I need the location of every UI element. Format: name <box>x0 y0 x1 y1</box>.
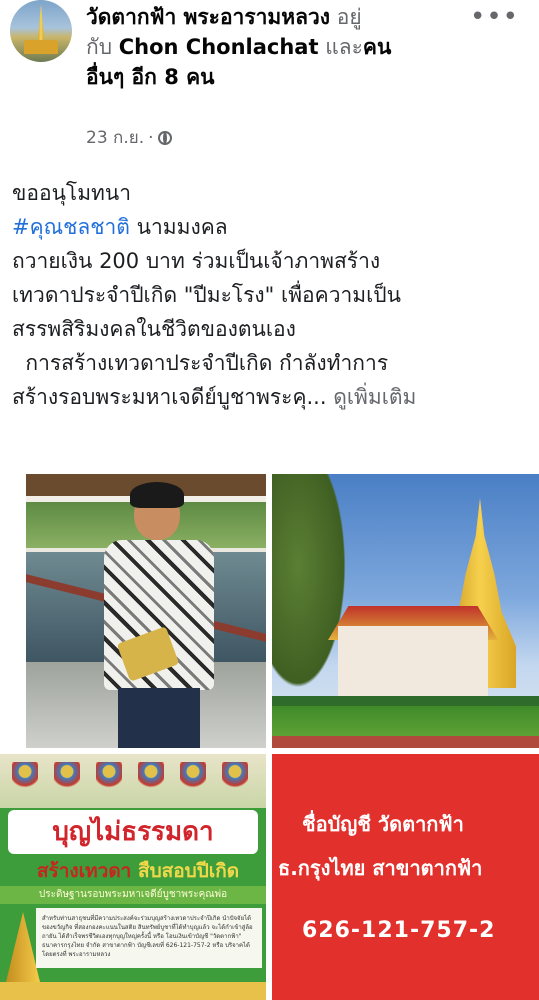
deity-figure <box>180 762 206 800</box>
poster-stupa <box>6 912 40 982</box>
photo-grid: บุญไม่ธรรมดา สร้างเทวดา สืบสอบปีเกิด ประ… <box>0 474 539 1000</box>
deity-figure <box>12 762 38 800</box>
poster-stripe: ประดิษฐานรอบพระมหาเจดีย์บูชาพระคุณพ่อ <box>0 886 266 904</box>
account-name: ชื่อบัญชี วัดตากฟ้า <box>302 812 464 836</box>
page-name-link[interactable]: วัดตากฟ้า พระอารามหลวง <box>86 5 330 29</box>
tagged-user-link[interactable]: Chon Chonlachat <box>119 35 319 59</box>
globe-icon <box>157 130 172 145</box>
poster-panel-text: สำหรับท่านสาธุชนที่มีความประสงค์จะร่วมบุ… <box>36 908 262 968</box>
others-link-part2[interactable]: อื่นๆ อีก 8 คน <box>86 65 215 89</box>
poster-bank-account[interactable]: ชื่อบัญชี วัดตากฟ้า ธ.กรุงไทย สาขาตากฟ้า… <box>272 754 539 1000</box>
and-text: และ <box>325 35 363 59</box>
post-header: วัดตากฟ้า พระอารามหลวง อยู่ กับ Chon Cho… <box>0 0 539 160</box>
post-meta: 23 ก.ย. · <box>86 124 172 151</box>
poster-bottom-band <box>0 982 266 1000</box>
body-line: การสร้างเทวดาประจำปีเกิด กำลังทำการ <box>12 351 389 375</box>
photo-temple[interactable] <box>272 474 539 748</box>
post-title: วัดตากฟ้า พระอารามหลวง อยู่ กับ Chon Cho… <box>86 2 456 92</box>
deity-figure <box>96 762 122 800</box>
page-avatar[interactable] <box>10 0 72 62</box>
poster-subtitle-b: สืบสอบปีเกิด <box>137 860 240 882</box>
with-text-2: กับ <box>86 35 113 59</box>
temple-hall <box>338 626 488 698</box>
see-more-link[interactable]: ดูเพิ่มเติม <box>333 385 416 409</box>
post-body: ขออนุโมทนา #คุณชลชาติ นามมงคล ถวายเงิน 2… <box>12 176 532 414</box>
person-pants <box>118 688 200 748</box>
body-line-rest: นามมงคล <box>129 215 228 239</box>
poster-title: บุญไม่ธรรมดา <box>8 810 258 854</box>
body-line: เทวดาประจำปีเกิด "ปีมะโรง" เพื่อความเป็น <box>12 283 401 307</box>
account-number: 626-121-757-2 <box>302 918 496 943</box>
others-link-part1[interactable]: คน <box>363 35 391 59</box>
avatar-stupa-base <box>24 40 58 54</box>
poster-deity-band <box>0 754 266 808</box>
meta-separator: · <box>148 127 154 148</box>
poster-subtitle: สร้างเทวดา สืบสอบปีเกิด <box>20 856 256 886</box>
deity-figure <box>222 762 248 800</box>
deity-figure <box>54 762 80 800</box>
hashtag-link[interactable]: #คุณชลชาติ <box>12 215 130 239</box>
photo-path <box>272 736 539 748</box>
body-line: สร้างรอบพระมหาเจดีย์บูชาพระคุ... ดูเพิ่ม… <box>12 380 532 414</box>
photo-young-man[interactable] <box>26 474 266 748</box>
poster-donation-green[interactable]: บุญไม่ธรรมดา สร้างเทวดา สืบสอบปีเกิด ประ… <box>0 754 266 1000</box>
post-date[interactable]: 23 ก.ย. <box>86 124 144 151</box>
body-line: ถวายเงิน 200 บาท ร่วมเป็นเจ้าภาพสร้าง <box>12 249 381 273</box>
body-line: #คุณชลชาติ นามมงคล <box>12 210 532 244</box>
body-line: ขออนุโมทนา <box>12 181 132 205</box>
bank-branch: ธ.กรุงไทย สาขาตากฟ้า <box>278 856 483 880</box>
poster-subtitle-a: สร้างเทวดา <box>36 860 132 882</box>
body-line: สรรพสิริมงคลในชีวิตของตนเอง <box>12 317 296 341</box>
body-line-truncated: สร้างรอบพระมหาเจดีย์บูชาพระคุ... <box>12 385 327 409</box>
with-text: อยู่ <box>336 5 362 29</box>
more-dots-icon[interactable]: ••• <box>470 2 519 32</box>
deity-figure <box>138 762 164 800</box>
person-hair <box>130 482 184 508</box>
